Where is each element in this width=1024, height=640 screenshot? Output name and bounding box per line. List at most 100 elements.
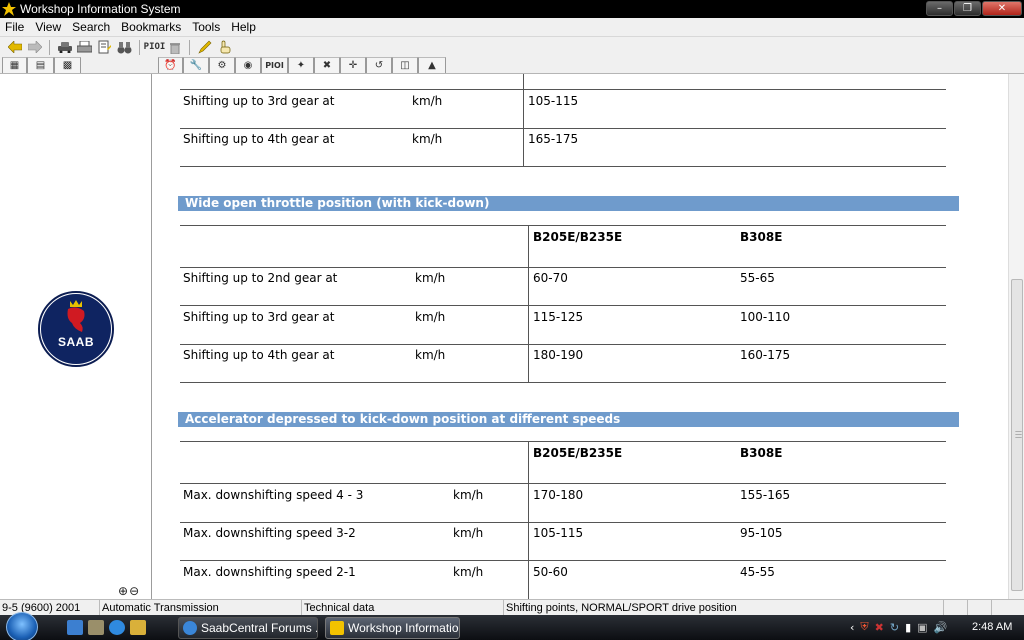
table-rule [180, 305, 946, 306]
scrollbar-thumb[interactable]: — — — [1011, 279, 1023, 591]
tab-diagnostics[interactable]: ◉ [235, 57, 261, 73]
network-icon[interactable]: ▣ [917, 621, 927, 634]
row-value: 170-180 [533, 488, 584, 502]
tab-table[interactable]: ◫ [392, 57, 418, 73]
forward-arrow-icon[interactable] [26, 39, 43, 56]
tab-contents[interactable]: ▦ [2, 57, 27, 73]
minimize-button[interactable]: – [926, 1, 953, 16]
menu-bar: File View Search Bookmarks Tools Help [0, 18, 1024, 36]
system-tray: ‹ ⛨ ✖ ↻ ▮ ▣ 🔊 [850, 620, 947, 634]
menu-search[interactable]: Search [67, 20, 116, 34]
document-content: Shifting up to 3rd gear at km/h 105-115 … [156, 74, 1008, 599]
status-group: Automatic Transmission [100, 600, 302, 616]
table-rule [180, 382, 946, 383]
zoom-in-icon[interactable]: ⊕ [118, 584, 128, 598]
print-icon[interactable] [76, 39, 93, 56]
tab-clock[interactable]: ⏰ [158, 57, 183, 73]
tab-components[interactable]: ⚙ [209, 57, 235, 73]
menu-file[interactable]: File [0, 20, 30, 34]
menu-view[interactable]: View [30, 20, 67, 34]
row-unit: km/h [453, 565, 484, 579]
row-value: 105-115 [528, 94, 579, 108]
back-arrow-icon[interactable] [6, 39, 23, 56]
hand-pointer-icon[interactable] [216, 39, 233, 56]
gears-icon: ⚙ [217, 60, 227, 71]
taskbar-item-forums[interactable]: SaabCentral Forums ... [178, 617, 318, 639]
tab-part[interactable]: ▲ [418, 57, 446, 73]
part-icon: ▲ [428, 60, 436, 71]
contents-icon: ▦ [9, 60, 20, 71]
row-label: Shifting up to 3rd gear at [183, 94, 335, 108]
sync-icon[interactable]: ↻ [890, 621, 899, 634]
alarm-clock-icon: ⏰ [164, 60, 177, 71]
trash-icon[interactable] [166, 39, 183, 56]
zoom-controls: ⊕ ⊖ [118, 584, 139, 598]
tab-toolbar: ▦ ▤ ▩ ⏰ 🔧 ⚙ ◉ PIOI ✦ ✖ ✛ ↺ ◫ ▲ [0, 57, 1024, 74]
title-bar: Workshop Information System – ❐ ✕ [0, 0, 1024, 18]
antivirus-icon[interactable]: ✖ [875, 621, 884, 634]
switch-windows-icon[interactable] [88, 620, 104, 635]
show-desktop-icon[interactable] [67, 620, 83, 635]
main-toolbar: PIOI [0, 36, 1024, 57]
tab-adjust[interactable]: ✖ [314, 57, 340, 73]
toolbar-separator [49, 39, 50, 55]
table-rule [180, 166, 946, 167]
menu-bookmarks[interactable]: Bookmarks [116, 20, 187, 34]
taskbar-item-label: SaabCentral Forums ... [201, 621, 318, 635]
table-column-divider [528, 441, 529, 599]
car-icon[interactable] [56, 39, 73, 56]
section-heading-kickdown: Accelerator depressed to kick-down posit… [178, 412, 959, 427]
security-shield-icon[interactable]: ⛨ [860, 620, 868, 634]
battery-icon[interactable]: ▮ [905, 621, 911, 634]
pencil-icon[interactable] [196, 39, 213, 56]
binoculars-icon[interactable] [116, 39, 133, 56]
column-header: B205E/B235E [533, 230, 623, 244]
document-edit-icon[interactable] [96, 39, 113, 56]
row-unit: km/h [415, 310, 446, 324]
row-unit: km/h [412, 132, 443, 146]
tray-chevron-icon[interactable]: ‹ [850, 621, 854, 634]
tab-move[interactable]: ✛ [340, 57, 366, 73]
status-topic: Shifting points, NORMAL/SPORT drive posi… [504, 600, 944, 616]
tab-image[interactable]: ▩ [54, 57, 81, 73]
vertical-scrollbar[interactable]: — — — [1008, 74, 1024, 599]
taskbar-clock[interactable]: 2:48 AM [972, 621, 1012, 633]
internet-explorer-icon[interactable] [109, 620, 125, 635]
navigation-pane: SAAB ⊕ ⊖ [0, 74, 152, 599]
griffin-icon [67, 300, 85, 332]
toolbar-separator [139, 39, 140, 55]
tab-rotate[interactable]: ↺ [366, 57, 392, 73]
tab-tools[interactable]: ✦ [288, 57, 314, 73]
close-button[interactable]: ✕ [982, 1, 1022, 16]
tab-list[interactable]: ▤ [27, 57, 54, 73]
start-button[interactable] [6, 612, 38, 640]
folder-icon[interactable] [130, 620, 146, 635]
table-rule [180, 441, 946, 442]
logo-text: SAAB [57, 335, 94, 349]
status-type: Technical data [302, 600, 504, 616]
restore-button[interactable]: ❐ [954, 1, 981, 16]
volume-icon[interactable]: 🔊 [934, 621, 948, 634]
row-value: 105-115 [533, 526, 584, 540]
taskbar-item-wis[interactable]: Workshop Informatio... [325, 617, 460, 639]
wis-app-icon [330, 621, 344, 635]
row-value: 50-60 [533, 565, 568, 579]
table-column-divider [523, 74, 524, 166]
tab-pio[interactable]: PIOI [261, 57, 288, 73]
table-rule [180, 483, 946, 484]
pio-icon[interactable]: PIOI [144, 39, 166, 56]
row-unit: km/h [415, 271, 446, 285]
menu-help[interactable]: Help [226, 20, 262, 34]
wrench-icon: 🔧 [189, 60, 203, 71]
saab-logo: SAAB [38, 291, 114, 367]
image-icon: ▩ [62, 60, 73, 71]
row-value: 95-105 [740, 526, 783, 540]
tab-wrench[interactable]: 🔧 [183, 57, 209, 73]
browser-icon [183, 621, 197, 635]
table-rule [180, 128, 946, 129]
table-rule [180, 560, 946, 561]
zoom-out-icon[interactable]: ⊖ [129, 584, 139, 598]
windows-taskbar: SaabCentral Forums ... Workshop Informat… [0, 612, 1024, 640]
menu-tools[interactable]: Tools [187, 20, 226, 34]
app-icon [2, 2, 16, 16]
